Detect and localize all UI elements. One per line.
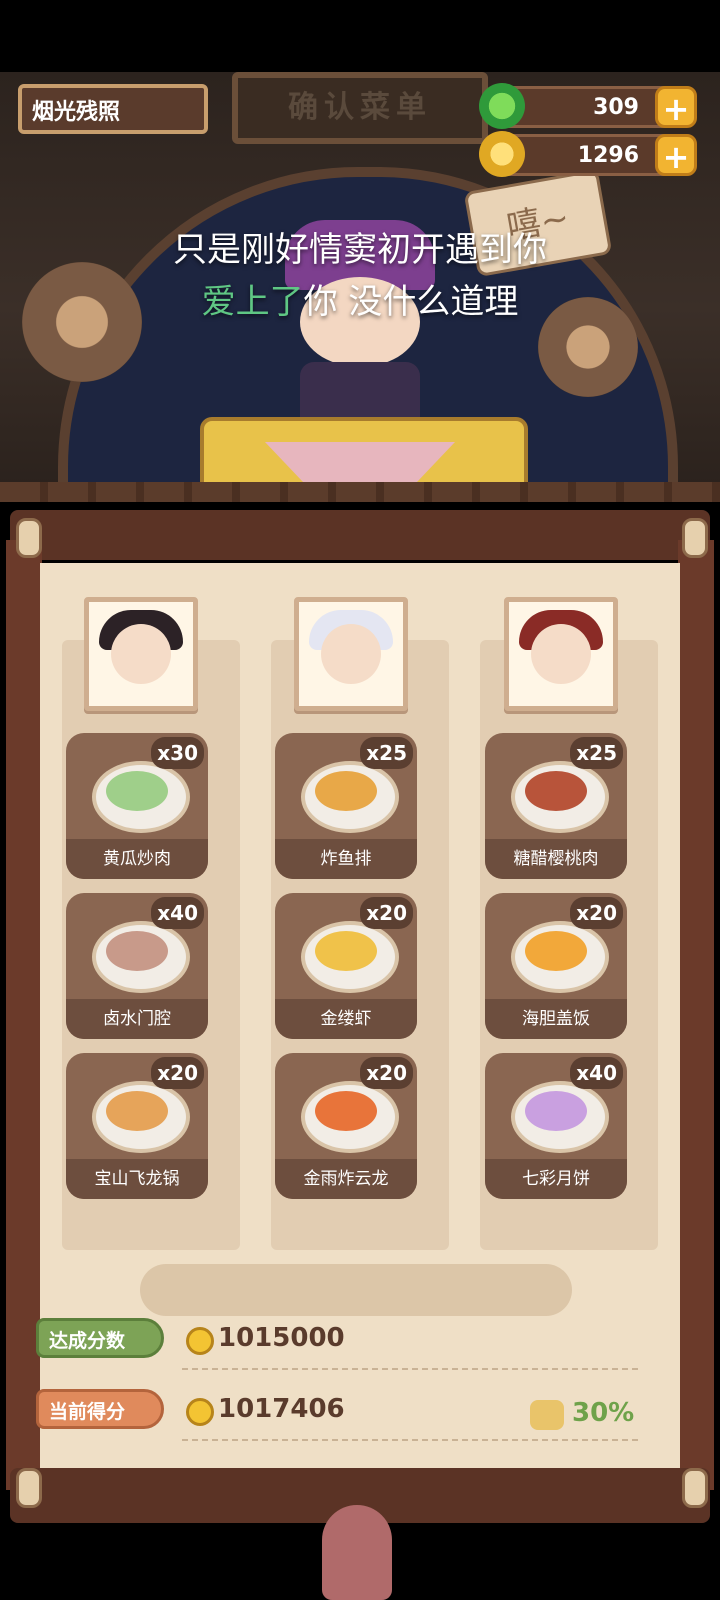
dish-food-icon bbox=[315, 771, 377, 811]
bonus-percentage: 30% bbox=[572, 1398, 635, 1428]
target-score-label: 达成分数 bbox=[36, 1318, 164, 1358]
dish-food-icon bbox=[106, 1091, 168, 1131]
status-bar bbox=[0, 0, 720, 72]
dish-name: 七彩月饼 bbox=[485, 1159, 627, 1199]
dish-food-icon bbox=[525, 931, 587, 971]
lyric-highlight: 爱上了 bbox=[201, 282, 304, 322]
customer-portrait-1[interactable] bbox=[84, 597, 198, 711]
dish-food-icon bbox=[525, 771, 587, 811]
dish-name: 炸鱼排 bbox=[275, 839, 417, 879]
scroll-knob bbox=[16, 1468, 42, 1508]
menu-signboard: 确认菜单 bbox=[232, 72, 488, 144]
face-shape bbox=[531, 624, 591, 684]
dish-quantity: x40 bbox=[570, 1057, 623, 1089]
dish-name: 金缕虾 bbox=[275, 999, 417, 1039]
bonus-pot-icon bbox=[530, 1400, 564, 1430]
dish-name: 金雨炸云龙 bbox=[275, 1159, 417, 1199]
coin-icon bbox=[186, 1327, 214, 1355]
dish-quantity: x25 bbox=[570, 737, 623, 769]
dish-food-icon bbox=[106, 771, 168, 811]
wooden-fence bbox=[0, 482, 720, 502]
lyric-line-2: 爱上了你 没什么道理 bbox=[0, 274, 720, 323]
dish-quantity: x20 bbox=[570, 897, 623, 929]
divider bbox=[182, 1368, 638, 1370]
dish-card[interactable]: x25 糖醋樱桃肉 bbox=[485, 733, 627, 879]
coin-counter: 1296 + bbox=[479, 131, 697, 177]
add-coins-button[interactable]: + bbox=[655, 134, 697, 176]
dish-quantity: x40 bbox=[151, 897, 204, 929]
jade-counter: 309 + bbox=[479, 83, 697, 129]
dish-card[interactable]: x20 金雨炸云龙 bbox=[275, 1053, 417, 1199]
tassel-decoration bbox=[322, 1505, 392, 1600]
scroll-top-bar bbox=[10, 510, 710, 560]
jade-value: 309 bbox=[593, 95, 639, 120]
dish-quantity: x25 bbox=[360, 737, 413, 769]
divider bbox=[182, 1439, 638, 1441]
dish-food-icon bbox=[106, 931, 168, 971]
current-score-label: 当前得分 bbox=[36, 1389, 164, 1429]
lyric-rest: 你 没什么道理 bbox=[303, 282, 519, 322]
dish-food-icon bbox=[525, 1091, 587, 1131]
dish-quantity: x20 bbox=[151, 1057, 204, 1089]
dish-card[interactable]: x20 金缕虾 bbox=[275, 893, 417, 1039]
scroll-knob bbox=[682, 518, 708, 558]
current-score-value: 1017406 bbox=[218, 1394, 345, 1424]
dish-card[interactable]: x30 黄瓜炒肉 bbox=[66, 733, 208, 879]
dish-card[interactable]: x20 宝山飞龙锅 bbox=[66, 1053, 208, 1199]
coin-value: 1296 bbox=[577, 143, 639, 168]
dish-card[interactable]: x40 七彩月饼 bbox=[485, 1053, 627, 1199]
dish-card[interactable]: x40 卤水门腔 bbox=[66, 893, 208, 1039]
scroll-knob bbox=[682, 1468, 708, 1508]
scroll-right-rod bbox=[678, 540, 714, 1490]
dish-quantity: x20 bbox=[360, 897, 413, 929]
customer-portrait-2[interactable] bbox=[294, 597, 408, 711]
customer-portrait-3[interactable] bbox=[504, 597, 618, 711]
progress-trough bbox=[140, 1264, 572, 1316]
dish-name: 黄瓜炒肉 bbox=[66, 839, 208, 879]
dish-name: 海胆盖饭 bbox=[485, 999, 627, 1039]
face-shape bbox=[111, 624, 171, 684]
dish-card[interactable]: x25 炸鱼排 bbox=[275, 733, 417, 879]
dish-name: 糖醋樱桃肉 bbox=[485, 839, 627, 879]
add-jade-button[interactable]: + bbox=[655, 86, 697, 128]
dish-food-icon bbox=[315, 1091, 377, 1131]
dish-name: 宝山飞龙锅 bbox=[66, 1159, 208, 1199]
stage-name-box: 烟光残照 bbox=[18, 84, 208, 134]
dish-name: 卤水门腔 bbox=[66, 999, 208, 1039]
scroll-knob bbox=[16, 518, 42, 558]
coin-icon bbox=[479, 131, 525, 177]
dish-card[interactable]: x20 海胆盖饭 bbox=[485, 893, 627, 1039]
face-shape bbox=[321, 624, 381, 684]
dish-quantity: x30 bbox=[151, 737, 204, 769]
target-score-value: 1015000 bbox=[218, 1323, 345, 1353]
coin-icon bbox=[186, 1398, 214, 1426]
dish-quantity: x20 bbox=[360, 1057, 413, 1089]
lyric-line-1: 只是刚好情窦初开遇到你 bbox=[173, 230, 547, 270]
dish-food-icon bbox=[315, 931, 377, 971]
jade-icon bbox=[479, 83, 525, 129]
